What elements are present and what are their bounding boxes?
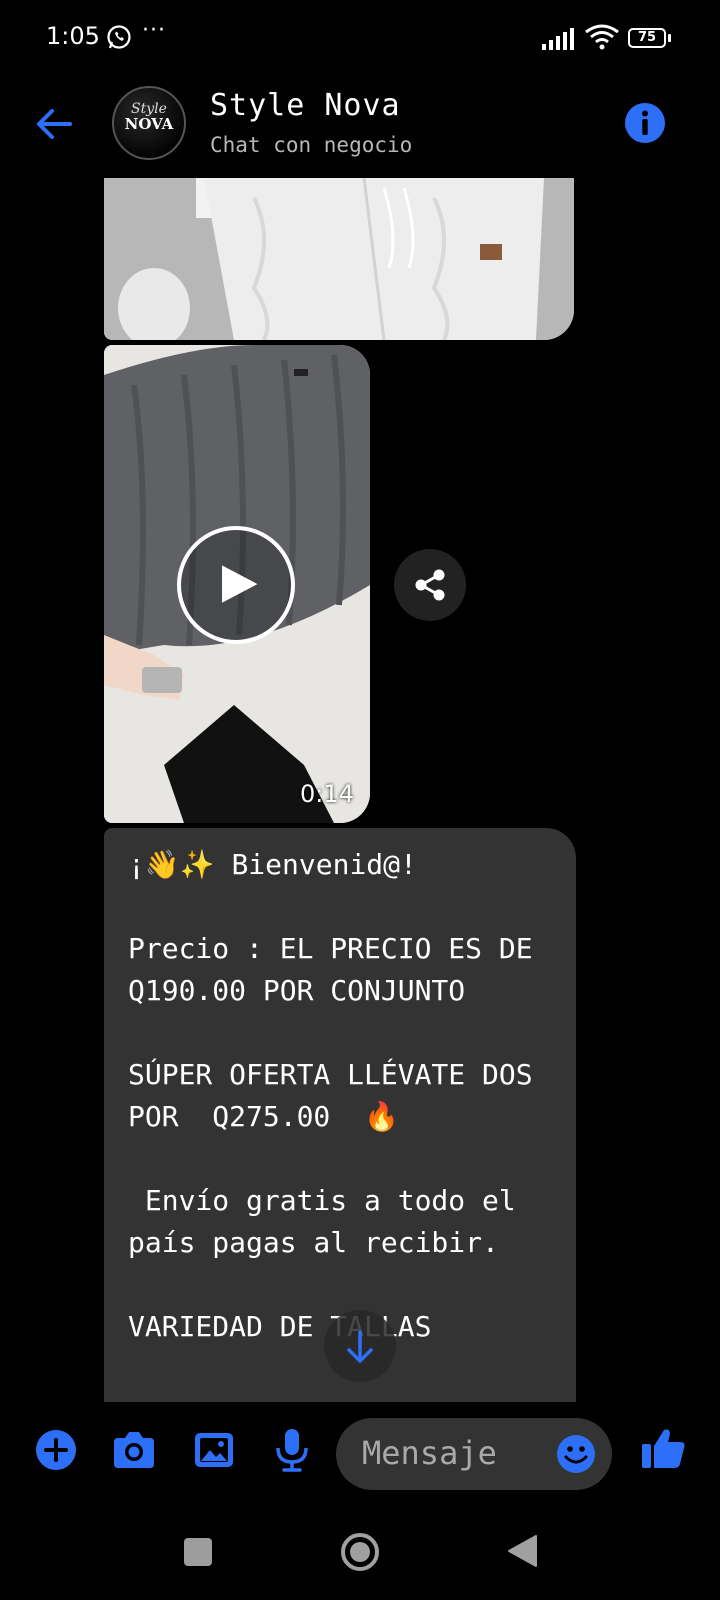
- status-time: 1:05: [46, 22, 100, 50]
- message-text: ¡👋✨ Bienvenid@! Precio : EL PRECIO ES DE…: [128, 848, 533, 1343]
- signal-icon: [542, 28, 574, 50]
- avatar-logo: Style NOVA: [124, 101, 174, 133]
- camera-icon[interactable]: [110, 1426, 158, 1474]
- video-duration: 0:14: [300, 780, 354, 808]
- battery-icon: 75: [628, 28, 672, 50]
- share-icon: [415, 569, 445, 601]
- play-icon[interactable]: [177, 526, 295, 644]
- battery-level: 75: [628, 28, 666, 48]
- more-notifications-icon: ···: [142, 18, 166, 43]
- scroll-down-button[interactable]: [324, 1310, 396, 1382]
- microphone-icon[interactable]: [268, 1426, 316, 1474]
- home-button[interactable]: [340, 1532, 380, 1572]
- thumbs-up-icon[interactable]: [640, 1424, 688, 1472]
- status-bar: 1:05 ··· 75: [0, 0, 720, 80]
- emoji-icon[interactable]: [556, 1434, 596, 1474]
- whatsapp-icon: [107, 25, 131, 49]
- avatar[interactable]: Style NOVA: [112, 86, 186, 160]
- message-input-placeholder: Mensaje: [362, 1434, 497, 1472]
- image-message[interactable]: [104, 178, 574, 340]
- info-icon[interactable]: [624, 102, 666, 144]
- arrow-down-icon: [347, 1330, 373, 1363]
- page-title[interactable]: Style Nova: [210, 88, 401, 123]
- clothing-photo: [104, 178, 574, 340]
- wifi-icon: [585, 24, 619, 50]
- recent-apps-button[interactable]: [184, 1538, 212, 1566]
- back-arrow-icon[interactable]: [34, 104, 74, 144]
- plus-icon[interactable]: [32, 1426, 80, 1474]
- share-button[interactable]: [394, 549, 466, 621]
- gallery-icon[interactable]: [190, 1426, 238, 1474]
- page-subtitle: Chat con negocio: [210, 133, 413, 157]
- nav-back-button[interactable]: [506, 1534, 538, 1568]
